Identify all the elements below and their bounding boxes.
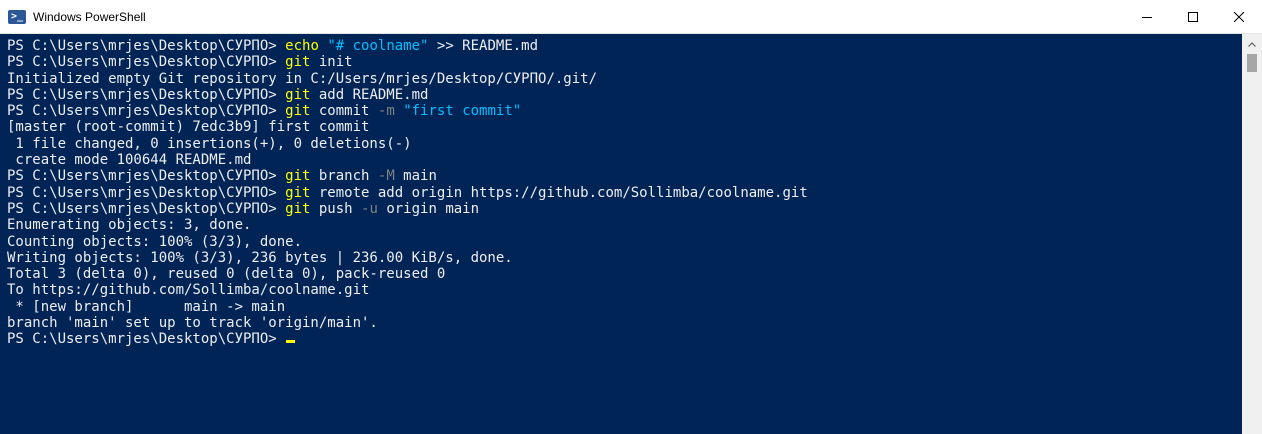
console-line: PS C:\Users\mrjes\Desktop\СУРПО> git bra… [7, 168, 1242, 184]
console-segment: origin main [377, 200, 480, 217]
powershell-window: >_ Windows PowerShell PS C:\Users\mrjes\… [0, 0, 1262, 434]
text-cursor [286, 340, 296, 344]
console-segment: create mode 100644 README.md [7, 152, 252, 169]
console-segment: Writing objects: 100% (3/3), 236 bytes |… [7, 249, 513, 266]
console-segment: branch [310, 168, 378, 185]
close-button[interactable] [1216, 0, 1262, 34]
maximize-icon [1188, 11, 1198, 22]
console-segment: PS C:\Users\mrjes\Desktop\СУРПО> [7, 86, 286, 103]
console-segment: Enumerating objects: 3, done. [7, 217, 252, 234]
console-segment: git [285, 54, 311, 71]
close-icon [1234, 11, 1244, 22]
console-segment: Total 3 (delta 0), reused 0 (delta 0), p… [7, 266, 446, 283]
console-line: PS C:\Users\mrjes\Desktop\СУРПО> [7, 331, 1242, 347]
vertical-scrollbar[interactable] [1242, 34, 1262, 434]
minimize-icon [1142, 16, 1152, 18]
console-line: Writing objects: 100% (3/3), 236 bytes |… [7, 250, 1242, 266]
console-line: Counting objects: 100% (3/3), done. [7, 234, 1242, 250]
console-segment: >> README.md [428, 38, 539, 54]
console-segment: PS C:\Users\mrjes\Desktop\СУРПО> [7, 331, 286, 348]
console-segment: -M [377, 168, 395, 185]
console-segment: "first commit" [403, 103, 522, 120]
console-segment: git [285, 86, 311, 103]
console-line: * [new branch] main -> main [7, 299, 1242, 315]
console-segment: git [285, 103, 311, 120]
console-segment: -m [377, 103, 395, 120]
console-line: PS C:\Users\mrjes\Desktop\СУРПО> echo "#… [7, 38, 1242, 54]
console-segment: * [new branch] main -> main [7, 298, 286, 315]
console-output[interactable]: PS C:\Users\mrjes\Desktop\СУРПО> echo "#… [0, 34, 1242, 434]
console-line: Total 3 (delta 0), reused 0 (delta 0), p… [7, 266, 1242, 282]
console-line: Enumerating objects: 3, done. [7, 217, 1242, 233]
console-segment [395, 103, 403, 119]
console-segment: PS C:\Users\mrjes\Desktop\СУРПО> [7, 184, 286, 201]
minimize-button[interactable] [1124, 0, 1170, 34]
console-line: PS C:\Users\mrjes\Desktop\СУРПО> git add… [7, 87, 1242, 103]
console-segment: PS C:\Users\mrjes\Desktop\СУРПО> [7, 200, 286, 217]
console-segment: PS C:\Users\mrjes\Desktop\СУРПО> [7, 38, 286, 54]
console-segment: branch 'main' set up to track 'origin/ma… [7, 315, 378, 332]
console-segment: git [285, 168, 311, 185]
console-segment: git [285, 200, 311, 217]
console-segment: commit [310, 103, 378, 120]
window-controls [1124, 0, 1262, 34]
console-segment: "# coolname" [327, 38, 429, 54]
console-line: [master (root-commit) 7edc3b9] first com… [7, 119, 1242, 135]
console-segment: PS C:\Users\mrjes\Desktop\СУРПО> [7, 168, 286, 185]
console-segment: Initialized empty Git repository in C:/U… [7, 70, 598, 87]
powershell-icon[interactable]: >_ [8, 9, 26, 24]
console-line: To https://github.com/Sollimba/coolname.… [7, 282, 1242, 298]
window-title: Windows PowerShell [33, 9, 146, 24]
console-segment: [master (root-commit) 7edc3b9] first com… [7, 119, 370, 136]
console-segment: echo [285, 38, 319, 54]
console-segment: remote add origin https://github.com/Sol… [310, 184, 808, 201]
scroll-up-button[interactable] [1242, 34, 1262, 54]
console-segment: main [394, 168, 437, 185]
console-line: PS C:\Users\mrjes\Desktop\СУРПО> git ini… [7, 54, 1242, 70]
console-segment: To https://github.com/Sollimba/coolname.… [7, 282, 370, 299]
console-line: create mode 100644 README.md [7, 152, 1242, 168]
console-line: PS C:\Users\mrjes\Desktop\СУРПО> git rem… [7, 185, 1242, 201]
console-segment: init [310, 54, 353, 71]
console-segment: -u [361, 200, 378, 217]
title-bar[interactable]: >_ Windows PowerShell [0, 0, 1262, 34]
console-line: PS C:\Users\mrjes\Desktop\СУРПО> git com… [7, 103, 1242, 119]
console-segment: PS C:\Users\mrjes\Desktop\СУРПО> [7, 103, 286, 120]
console-segment: add README.md [310, 86, 429, 103]
console-line: branch 'main' set up to track 'origin/ma… [7, 315, 1242, 331]
console-line: Initialized empty Git repository in C:/U… [7, 71, 1242, 87]
chevron-up-icon [1248, 41, 1256, 47]
console-segment: Counting objects: 100% (3/3), done. [7, 233, 303, 250]
console-segment: git [285, 184, 311, 201]
console-segment: PS C:\Users\mrjes\Desktop\СУРПО> [7, 54, 286, 71]
maximize-button[interactable] [1170, 0, 1216, 34]
console-line: PS C:\Users\mrjes\Desktop\СУРПО> git pus… [7, 201, 1242, 217]
console-line: 1 file changed, 0 insertions(+), 0 delet… [7, 136, 1242, 152]
console-segment: 1 file changed, 0 insertions(+), 0 delet… [7, 135, 412, 152]
scroll-thumb[interactable] [1247, 54, 1257, 72]
console-segment: push [310, 200, 362, 217]
